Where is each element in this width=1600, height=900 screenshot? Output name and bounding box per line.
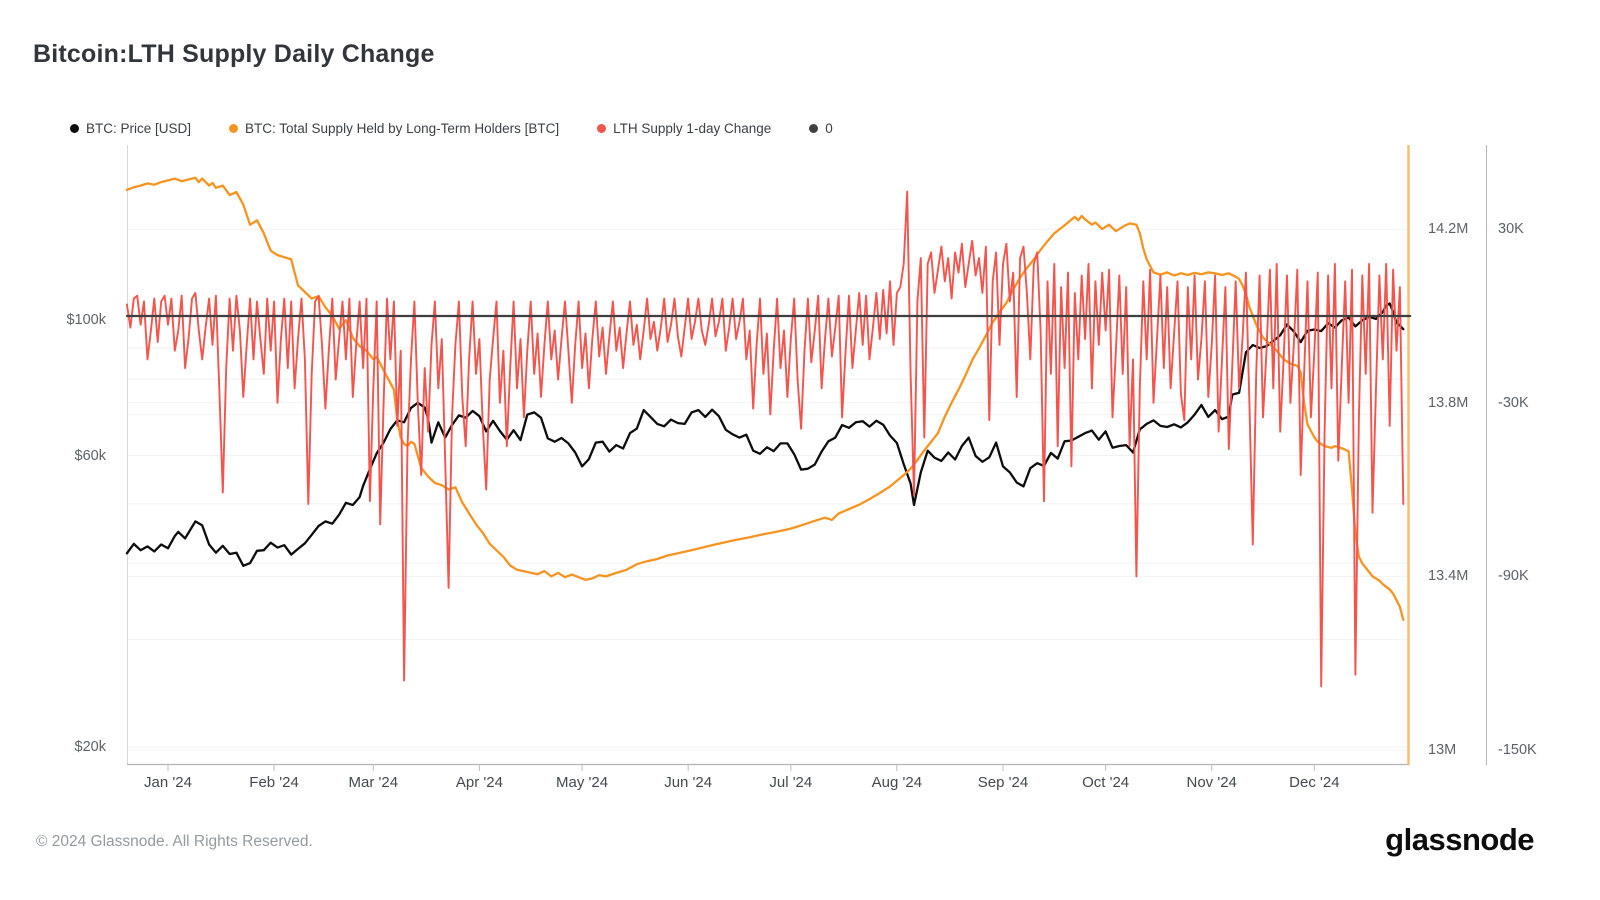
price-tick-label: $60k (40, 448, 106, 464)
legend-item-lth-total-supply[interactable]: BTC: Total Supply Held by Long-Term Hold… (229, 121, 559, 136)
x-axis-label: Sep '24 (978, 774, 1028, 791)
x-axis-label: Nov '24 (1187, 774, 1237, 791)
copyright-text: © 2024 Glassnode. All Rights Reserved. (36, 833, 313, 851)
chart-canvas[interactable] (127, 145, 1410, 765)
legend-label: LTH Supply 1-day Change (613, 121, 771, 136)
change-tick-label: -150K (1498, 742, 1537, 758)
chart-plot-area[interactable] (127, 145, 1410, 765)
supply-tick-label: 13.8M (1428, 395, 1468, 411)
legend-item-zero[interactable]: 0 (809, 121, 833, 136)
x-axis-label: Oct '24 (1082, 774, 1129, 791)
change-tick-label: -30K (1498, 395, 1529, 411)
legend-dot-icon (70, 124, 79, 133)
change-tick-label: -90K (1498, 568, 1529, 584)
x-axis-label: Mar '24 (349, 774, 399, 791)
right-axis-separator (1486, 145, 1487, 765)
legend-label: 0 (825, 121, 833, 136)
legend-dot-icon (809, 124, 818, 133)
supply-tick-label: 14.2M (1428, 221, 1468, 237)
supply-tick-label: 13.4M (1428, 568, 1468, 584)
x-axis-label: Jun '24 (664, 774, 712, 791)
x-axis-label: Aug '24 (872, 774, 922, 791)
page-title: Bitcoin:LTH Supply Daily Change (33, 40, 435, 69)
series-btc-total-supply-held-by-long-term-holders-btc (127, 178, 1403, 620)
series-lth-supply-1-day-change (127, 192, 1403, 687)
legend-label: BTC: Price [USD] (86, 121, 191, 136)
price-tick-label: $100k (40, 312, 106, 328)
x-axis-label: Apr '24 (456, 774, 503, 791)
legend-dot-icon (229, 124, 238, 133)
x-axis-label: Dec '24 (1289, 774, 1339, 791)
x-axis-label: Jan '24 (144, 774, 192, 791)
x-axis-label: May '24 (556, 774, 608, 791)
supply-tick-label: 13M (1428, 742, 1456, 758)
glassnode-chart-page: Bitcoin:LTH Supply Daily Change BTC: Pri… (0, 0, 1600, 900)
glassnode-logo: glassnode (1385, 822, 1534, 858)
legend-item-btc-price[interactable]: BTC: Price [USD] (70, 121, 191, 136)
legend-dot-icon (597, 124, 606, 133)
change-tick-label: 30K (1498, 221, 1524, 237)
chart-legend: BTC: Price [USD] BTC: Total Supply Held … (70, 121, 833, 136)
x-axis-label: Jul '24 (769, 774, 812, 791)
legend-label: BTC: Total Supply Held by Long-Term Hold… (245, 121, 559, 136)
legend-item-lth-1day-change[interactable]: LTH Supply 1-day Change (597, 121, 771, 136)
price-tick-label: $20k (40, 739, 106, 755)
x-axis-label: Feb '24 (249, 774, 299, 791)
